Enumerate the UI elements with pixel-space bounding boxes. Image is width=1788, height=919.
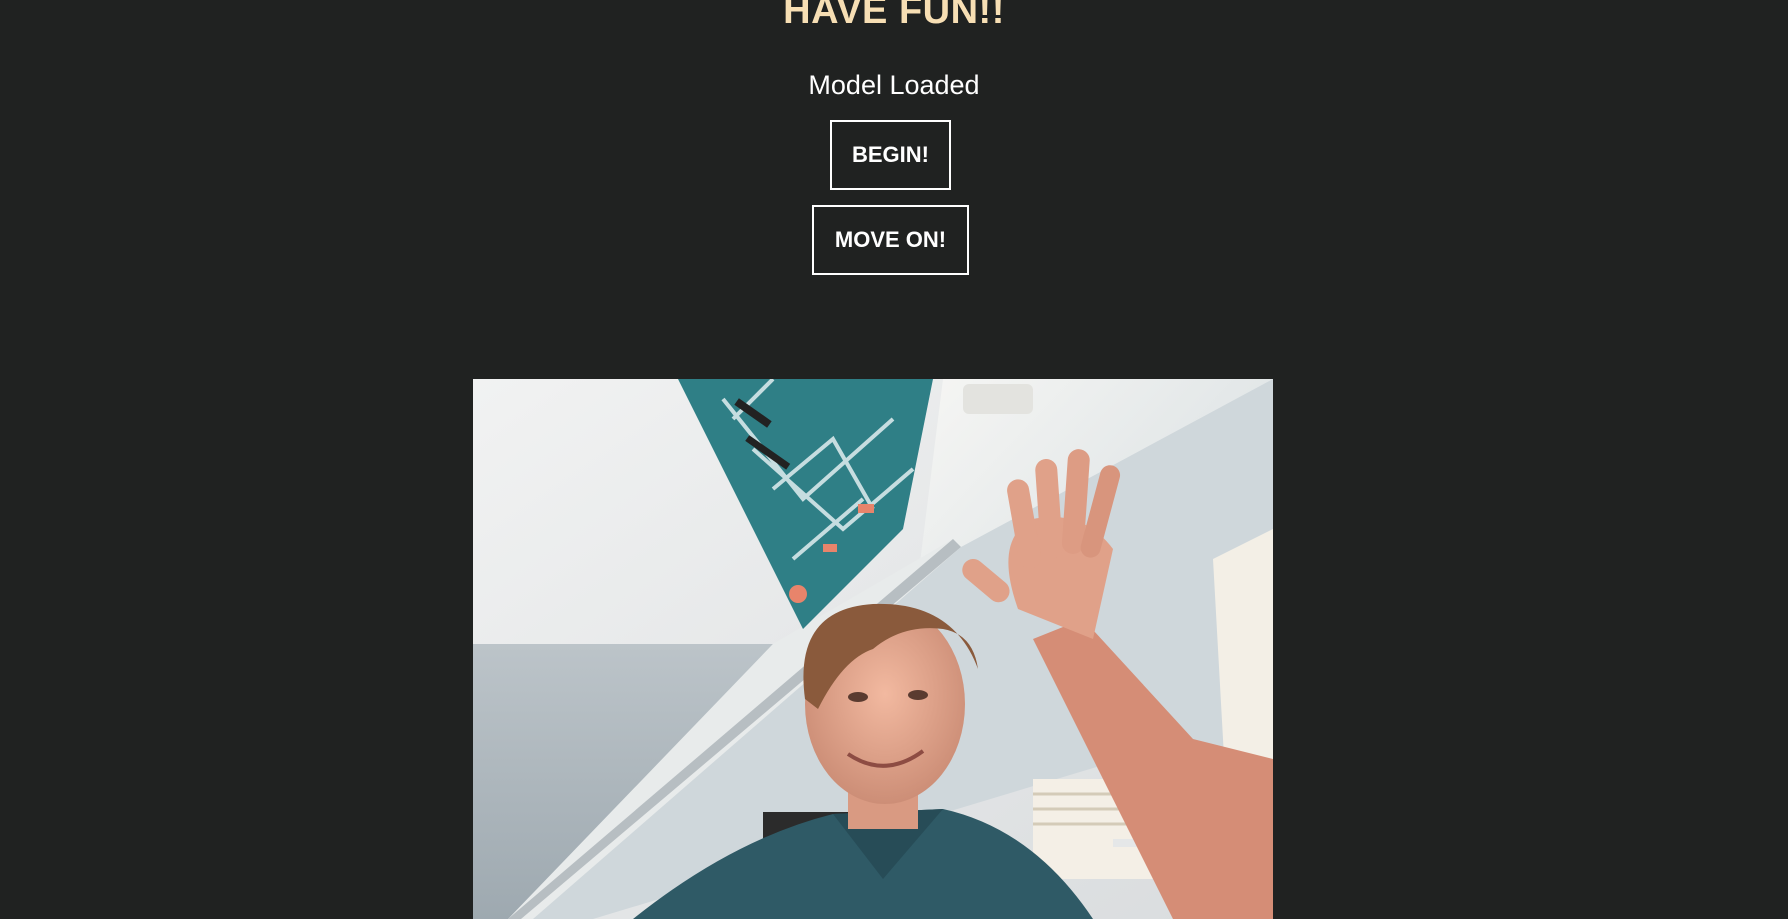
model-status-text: Model Loaded: [808, 70, 980, 100]
begin-button[interactable]: BEGIN!: [830, 120, 951, 190]
webcam-video: [473, 379, 1273, 919]
move-on-button[interactable]: MOVE ON!: [812, 205, 969, 275]
webcam-frame-image: [473, 379, 1273, 919]
page: HAVE FUN!! Model Loaded BEGIN! MOVE ON!: [0, 0, 1788, 919]
page-title: HAVE FUN!!: [783, 0, 1005, 32]
